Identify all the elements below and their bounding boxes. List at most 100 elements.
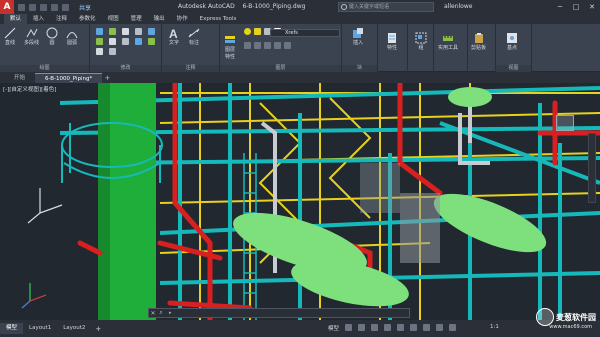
tab-layout2[interactable]: Layout2 (57, 323, 91, 334)
match-layer-icon[interactable] (284, 42, 291, 49)
save-icon[interactable] (40, 3, 47, 11)
tab-view[interactable]: 视图 (102, 14, 125, 24)
new-tab-button[interactable]: + (102, 73, 112, 83)
move-icon[interactable] (96, 28, 103, 35)
modify-panel-title[interactable]: 修改 (90, 65, 161, 72)
erase-icon[interactable] (135, 28, 142, 35)
selection-cycling-icon[interactable] (436, 324, 444, 331)
group-tool[interactable]: 组 (415, 32, 427, 51)
status-toggles: 模型 (328, 324, 457, 332)
block-panel-title[interactable]: 块 (342, 65, 377, 72)
drawing-viewport[interactable]: [-][自定义视图][着色] (0, 83, 600, 320)
offset-icon[interactable] (109, 48, 116, 55)
grid-toggle-icon[interactable] (345, 324, 353, 331)
rotate-icon[interactable] (109, 28, 116, 35)
insert-tool[interactable]: 插入 (352, 27, 364, 46)
match-properties-tool[interactable]: 特性 (386, 32, 398, 51)
command-prompt-icon: ▸ (169, 310, 172, 316)
quick-access-toolbar (18, 3, 69, 11)
dimension-tool[interactable]: 标注 (188, 27, 200, 46)
maximize-button[interactable]: □ (568, 0, 584, 14)
make-current-icon[interactable] (274, 42, 281, 49)
base-point-tool[interactable]: 基点 (506, 32, 518, 51)
transparency-toggle-icon[interactable] (423, 324, 431, 331)
clipboard-icon (474, 33, 483, 43)
tab-manage[interactable]: 管理 (125, 14, 148, 24)
ortho-toggle-icon[interactable] (371, 324, 379, 331)
layer-freeze-icon[interactable] (254, 42, 261, 49)
layers-panel-title[interactable]: 图层 (220, 65, 341, 72)
annotation-panel: A 文字 标注 注释 (162, 24, 220, 72)
tab-output[interactable]: 输出 (148, 14, 171, 24)
tab-layout1[interactable]: Layout1 (23, 323, 57, 334)
minimize-button[interactable]: ─ (552, 0, 568, 14)
tab-model[interactable]: 模型 (0, 323, 24, 334)
layer-dropdown[interactable]: Xrefs (270, 29, 340, 37)
layer-isolate-icon[interactable] (244, 42, 251, 49)
explode-icon[interactable] (122, 38, 129, 45)
viewcube[interactable] (556, 115, 574, 131)
array-icon[interactable] (96, 48, 103, 55)
mirror-icon[interactable] (96, 38, 103, 45)
navigation-bar[interactable] (588, 133, 596, 203)
autocad-logo[interactable]: A (0, 0, 14, 14)
view-panel-title[interactable]: 视图 (496, 65, 531, 72)
user-account[interactable]: allenlowe (444, 3, 472, 10)
view-panel: 基点 视图 (496, 24, 532, 72)
polar-toggle-icon[interactable] (384, 324, 392, 331)
line-tool[interactable]: 直线 (4, 27, 16, 46)
layer-properties-tool[interactable]: 图层 特性 (224, 34, 236, 60)
osnap-toggle-icon[interactable] (397, 324, 405, 331)
model-space-label[interactable]: 模型 (328, 324, 339, 332)
annotation-scale[interactable]: 1:1 (490, 324, 499, 330)
trim-icon[interactable] (122, 28, 129, 35)
tab-parametric[interactable]: 参数化 (73, 14, 102, 24)
scale-icon[interactable] (148, 38, 155, 45)
clipboard-tool[interactable]: 剪贴板 (471, 32, 486, 51)
stretch-icon[interactable] (135, 38, 142, 45)
annotation-panel-title[interactable]: 注释 (162, 65, 219, 72)
text-label: 文字 (168, 40, 179, 46)
command-line[interactable]: ✕ ⌕ ▸ (148, 308, 410, 318)
share-button[interactable]: 共享 (79, 3, 91, 12)
tab-collaborate[interactable]: 协作 (171, 14, 194, 24)
tab-drawing[interactable]: 6-B-1000_Piping* (35, 73, 103, 83)
tab-express-tools[interactable]: Express Tools (194, 14, 243, 24)
tab-home[interactable]: 默认 (4, 14, 28, 24)
copy-icon[interactable] (148, 28, 155, 35)
add-layout-button[interactable]: + (91, 325, 105, 333)
tab-start[interactable]: 开始 (4, 73, 35, 83)
sun-icon[interactable] (254, 28, 261, 35)
layer-off-icon[interactable] (264, 42, 271, 49)
title-bar: A 共享 Autodesk AutoCAD 6-B-1000_Piping.dw… (0, 0, 600, 14)
arc-tool[interactable]: 圆弧 (66, 27, 78, 46)
annotation-visibility-icon[interactable] (449, 324, 457, 331)
equipment-housing (400, 193, 440, 263)
text-tool[interactable]: A 文字 (168, 27, 180, 46)
group-icon (415, 32, 427, 44)
polyline-tool[interactable]: 多段线 (24, 27, 39, 46)
measure-icon (443, 36, 453, 41)
snap-toggle-icon[interactable] (358, 324, 366, 331)
open-file-icon[interactable] (29, 3, 36, 11)
redo-icon[interactable] (62, 3, 69, 11)
draw-panel-title[interactable]: 绘图 (0, 65, 89, 72)
new-file-icon[interactable] (18, 3, 25, 11)
lineweight-toggle-icon[interactable] (410, 324, 418, 331)
customize-command-icon[interactable]: ⌕ (157, 309, 165, 317)
arc-icon (66, 32, 78, 39)
circle-tool[interactable]: 圆 (46, 27, 58, 46)
utilities-tool[interactable]: 实用工具 (438, 32, 458, 51)
lightbulb-icon[interactable] (244, 28, 251, 35)
close-button[interactable]: ✕ (584, 0, 600, 14)
status-bar: 模型 Layout1 Layout2 + 模型 1:1 (0, 320, 600, 337)
base-point-label: 基点 (506, 45, 517, 51)
undo-icon[interactable] (51, 3, 58, 11)
search-input[interactable]: 键入关键字或短语 (338, 2, 434, 12)
fillet-icon[interactable] (109, 38, 116, 45)
tab-annotate[interactable]: 注释 (50, 14, 73, 24)
close-command-icon[interactable]: ✕ (149, 310, 157, 317)
viewport-label[interactable]: [-][自定义视图][着色] (3, 85, 56, 93)
tab-insert[interactable]: 插入 (27, 14, 50, 24)
clipboard-panel: 剪贴板 (468, 24, 496, 72)
